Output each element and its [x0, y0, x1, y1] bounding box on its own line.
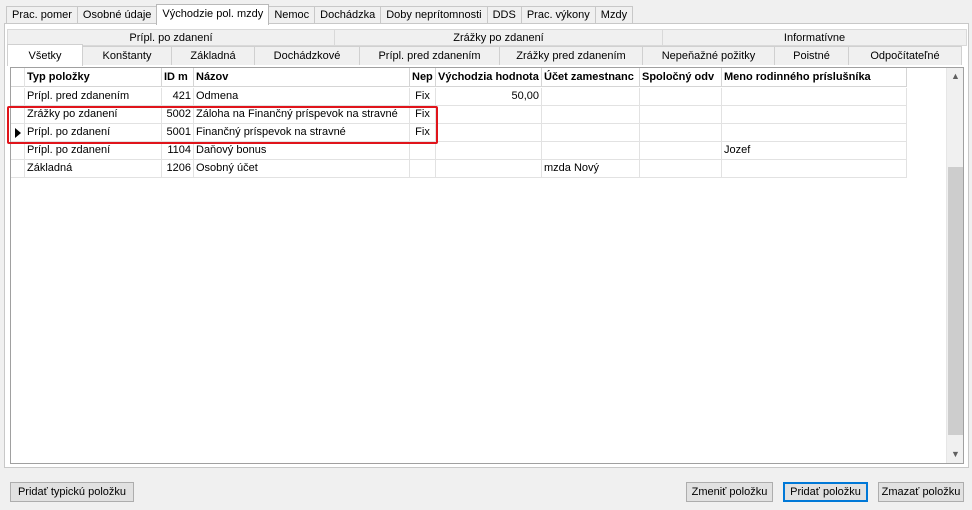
grid-header: Typ položky ID m Názov Nep Východzia hod… [11, 68, 907, 87]
subtab-odpocitatelne[interactable]: Odpočítateľné [848, 46, 962, 65]
cell-meno-rodinneho-prislusnika [722, 124, 907, 142]
add-typical-item-button[interactable]: Pridať typickú položku [10, 482, 134, 502]
tab-doby-nepritomnosti[interactable]: Doby neprítomnosti [380, 6, 488, 24]
cell-spolocny-odvod [640, 88, 722, 106]
column-header-nep[interactable]: Nep [410, 68, 436, 87]
table-row-current[interactable]: Prípl. po zdanení 5001 Finančný príspevo… [11, 124, 907, 142]
table-row[interactable]: Prípl. pred zdanením 421 Odmena Fix 50,0… [11, 88, 907, 106]
column-header-spolocny-odvod[interactable]: Spoločný odv [640, 68, 722, 87]
cell-id: 1206 [162, 160, 194, 178]
row-indicator [11, 160, 25, 178]
cell-nep: Fix [410, 106, 436, 124]
cell-nazov: Daňový bonus [194, 142, 410, 160]
cell-id: 5002 [162, 106, 194, 124]
group-header-row: Prípl. po zdanení Zrážky po zdanení Info… [7, 29, 967, 46]
cell-vychodzia-hodnota [436, 106, 542, 124]
subtab-nepenazne-pozitky[interactable]: Nepeňažné požitky [642, 46, 775, 65]
cell-spolocny-odvod [640, 160, 722, 178]
cell-meno-rodinneho-prislusnika [722, 88, 907, 106]
scroll-down-icon[interactable]: ▼ [947, 446, 963, 463]
tab-vychodzie-pol-mzdy[interactable]: Východzie pol. mzdy [156, 4, 270, 25]
row-indicator-header [11, 68, 25, 87]
column-header-vychodzia-hodnota[interactable]: Východzia hodnota [436, 68, 542, 87]
tab-mzdy[interactable]: Mzdy [594, 6, 634, 24]
add-item-button[interactable]: Pridať položku [783, 482, 868, 502]
cell-ucet-zamestnanca [542, 142, 640, 160]
column-header-nazov[interactable]: Názov [194, 68, 410, 87]
table-row[interactable]: Základná 1206 Osobný účet mzda Nový [11, 160, 907, 178]
cell-typ-polozky: Prípl. po zdanení [25, 124, 162, 142]
cell-meno-rodinneho-prislusnika [722, 160, 907, 178]
cell-spolocny-odvod [640, 142, 722, 160]
subtab-konstanty[interactable]: Konštanty [82, 46, 172, 65]
cell-nep [410, 142, 436, 160]
cell-id: 421 [162, 88, 194, 106]
items-grid[interactable]: Typ položky ID m Názov Nep Východzia hod… [10, 67, 964, 464]
cell-meno-rodinneho-prislusnika: Jozef [722, 142, 907, 160]
cell-typ-polozky: Zrážky po zdanení [25, 106, 162, 124]
cell-id: 5001 [162, 124, 194, 142]
cell-id: 1104 [162, 142, 194, 160]
column-header-ucet-zamestnanca[interactable]: Účet zamestnanc [542, 68, 640, 87]
tab-prac-pomer[interactable]: Prac. pomer [6, 6, 78, 24]
vertical-scrollbar[interactable]: ▲ ▼ [946, 68, 963, 463]
table-row[interactable]: Prípl. po zdanení 1104 Daňový bonus Joze… [11, 142, 907, 160]
cell-vychodzia-hodnota [436, 142, 542, 160]
change-item-button[interactable]: Zmeniť položku [686, 482, 773, 502]
scrollbar-thumb[interactable] [948, 167, 963, 435]
cell-meno-rodinneho-prislusnika [722, 106, 907, 124]
group-header-informativne[interactable]: Informatívne [662, 29, 967, 46]
tab-osobne-udaje[interactable]: Osobné údaje [76, 6, 158, 24]
cell-ucet-zamestnanca [542, 124, 640, 142]
cell-ucet-zamestnanca: mzda Nový [542, 160, 640, 178]
cell-typ-polozky: Prípl. po zdanení [25, 142, 162, 160]
cell-nep [410, 160, 436, 178]
column-header-meno-rodinneho-prislusnika[interactable]: Meno rodinného príslušníka [722, 68, 907, 87]
cell-nazov: Finančný príspevok na stravné [194, 124, 410, 142]
cell-spolocny-odvod [640, 124, 722, 142]
cell-spolocny-odvod [640, 106, 722, 124]
column-header-id[interactable]: ID m [162, 68, 194, 87]
tab-dochadzka[interactable]: Dochádzka [314, 6, 382, 24]
group-header-zrazky-po-zdaneni[interactable]: Zrážky po zdanení [334, 29, 663, 46]
cell-typ-polozky: Prípl. pred zdanením [25, 88, 162, 106]
row-indicator [11, 88, 25, 106]
tab-nemoc[interactable]: Nemoc [268, 6, 316, 24]
subtab-dochadzkove[interactable]: Dochádzkové [254, 46, 360, 65]
subtab-poistne[interactable]: Poistné [774, 46, 849, 65]
current-row-arrow-icon [15, 128, 21, 138]
cell-nep: Fix [410, 124, 436, 142]
top-tab-strip: Prac. pomer Osobné údaje Východzie pol. … [6, 4, 634, 25]
delete-item-button[interactable]: Zmazať položku [878, 482, 964, 502]
cell-vychodzia-hodnota [436, 124, 542, 142]
column-header-typ-polozky[interactable]: Typ položky [25, 68, 162, 87]
subtab-zrazky-pred-zdanenim[interactable]: Zrážky pred zdanením [499, 46, 643, 65]
row-indicator [11, 142, 25, 160]
subtab-pripl-pred-zdanenim[interactable]: Prípl. pred zdanením [359, 46, 500, 65]
subtab-vsetky[interactable]: Všetky [7, 44, 83, 66]
row-indicator [11, 106, 25, 124]
cell-vychodzia-hodnota [436, 160, 542, 178]
tab-prac-vykony[interactable]: Prac. výkony [520, 6, 596, 24]
subtab-zakladna[interactable]: Základná [171, 46, 255, 65]
cell-ucet-zamestnanca [542, 106, 640, 124]
cell-vychodzia-hodnota: 50,00 [436, 88, 542, 106]
cell-nep: Fix [410, 88, 436, 106]
sub-tab-strip: Všetky Konštanty Základná Dochádzkové Pr… [7, 44, 966, 66]
cell-ucet-zamestnanca [542, 88, 640, 106]
cell-nazov: Záloha na Finančný príspevok na stravné [194, 106, 410, 124]
cell-nazov: Osobný účet [194, 160, 410, 178]
scroll-up-icon[interactable]: ▲ [947, 68, 963, 85]
row-indicator [11, 124, 25, 142]
cell-typ-polozky: Základná [25, 160, 162, 178]
tab-dds[interactable]: DDS [486, 6, 522, 24]
table-row[interactable]: Zrážky po zdanení 5002 Záloha na Finančn… [11, 106, 907, 124]
cell-nazov: Odmena [194, 88, 410, 106]
